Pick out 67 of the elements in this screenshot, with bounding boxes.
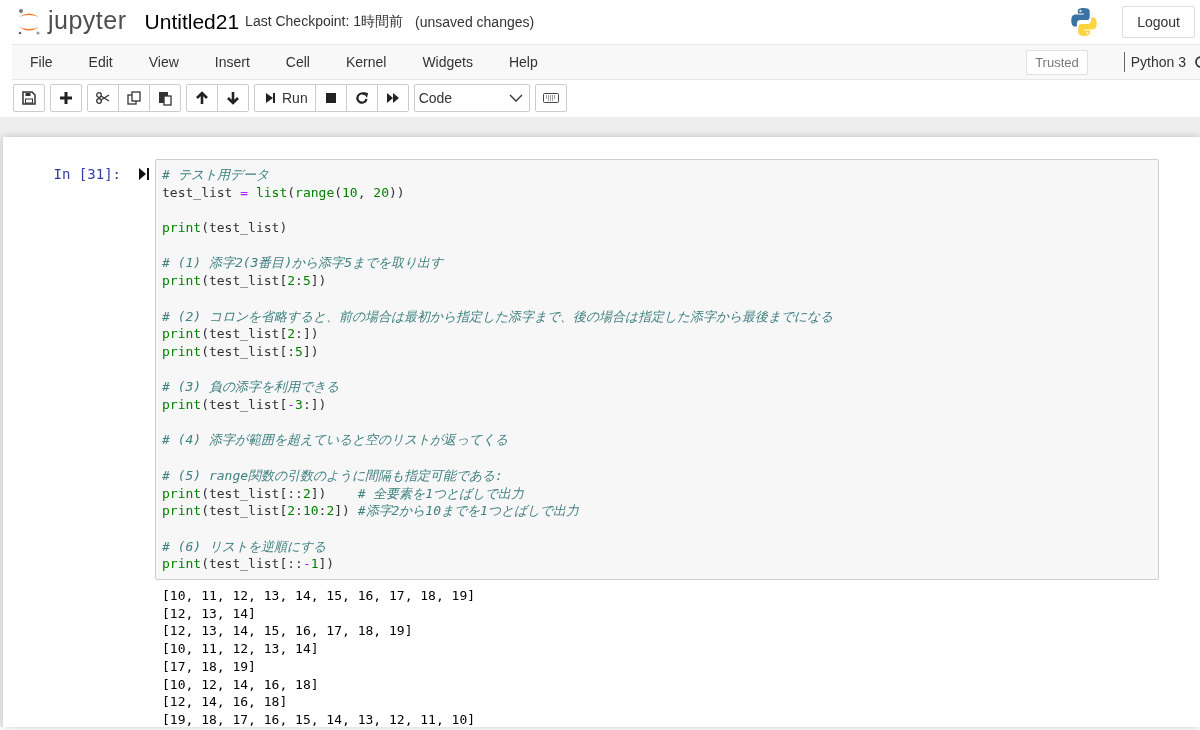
menu-item[interactable]: Help — [496, 54, 554, 70]
stop-button[interactable] — [314, 84, 347, 112]
menu-item[interactable]: Cell — [273, 54, 326, 70]
output-line: [12, 13, 14, 15, 16, 17, 18, 19] — [162, 622, 413, 641]
output-line: [19, 18, 17, 16, 15, 14, 13, 12, 11, 10] — [162, 711, 476, 729]
keyboard-icon — [542, 90, 559, 106]
arrow-down-icon — [225, 90, 241, 106]
output-line: [17, 18, 19] — [162, 657, 256, 676]
arrow-down-button[interactable] — [217, 84, 249, 112]
code-line: # (5) range関数の引数のように間隔も指定可能である: — [162, 466, 503, 485]
copy-icon — [126, 90, 142, 106]
restart-icon — [353, 90, 370, 106]
save-icon — [21, 90, 37, 106]
notebook-name[interactable]: Untitled21 — [144, 10, 240, 34]
menu-item[interactable]: Widgets — [410, 54, 489, 70]
chevron-down-icon — [508, 93, 523, 103]
output-line: [12, 13, 14] — [162, 604, 256, 623]
code-line: print(test_list[2:5]) — [162, 272, 327, 290]
paste-button[interactable] — [149, 84, 181, 112]
cell-type-dropdown[interactable]: Code — [413, 84, 530, 112]
keyboard-button[interactable] — [534, 84, 567, 112]
code-line: # (3) 負の添字を利用できる — [162, 378, 339, 397]
code-line: print(test_list[:5]) — [162, 343, 319, 361]
code-line: # (2) コロンを省略すると、前の場合は最初から指定した添字まで、後の場合は指定した添字から最後までになる — [162, 307, 833, 326]
code-cell-input[interactable] — [155, 159, 1159, 581]
code-line: print(test_list) — [162, 219, 288, 237]
save-status: (unsaved changes) — [415, 14, 535, 30]
code-line: # (4) 添字が範囲を超えていると空のリストが返ってくる — [162, 431, 508, 450]
output-line: [10, 11, 12, 13, 14, 15, 16, 17, 18, 19] — [162, 587, 476, 605]
menu-item[interactable]: Insert — [202, 54, 266, 70]
run-cell-icon[interactable] — [139, 168, 149, 180]
cell-prompt: In [31]: — [52, 165, 121, 182]
kernel-name: Python 3 — [1130, 54, 1186, 70]
code-line: # テスト用データ — [162, 166, 269, 184]
arrow-up-button[interactable] — [186, 84, 218, 112]
logout-button[interactable]: Logout — [1122, 6, 1195, 38]
plus-button[interactable] — [50, 84, 82, 112]
code-line: print(test_list[2:]) — [162, 325, 319, 343]
run-button[interactable]: Run — [254, 84, 316, 112]
code-line: print(test_list[2:10:2]) #添字2から10までを1つとばしで出力 — [162, 502, 579, 520]
menu-item[interactable]: Kernel — [333, 54, 403, 70]
restart-button[interactable] — [345, 84, 378, 112]
plus-icon — [58, 90, 74, 106]
code-line: print(test_list[-3:]) — [162, 396, 327, 414]
jupyter-logo-text: jupyter — [48, 5, 127, 35]
scissors-button[interactable] — [87, 84, 119, 112]
output-line: [12, 14, 16, 18] — [162, 693, 288, 711]
scissors-icon — [95, 90, 111, 106]
paste-icon — [157, 90, 173, 106]
menu-item[interactable]: Edit — [76, 54, 129, 70]
code-line: # (6) リストを逆順にする — [162, 537, 326, 556]
code-line: test_list = list(range(10, 20)) — [162, 183, 405, 202]
copy-button[interactable] — [118, 84, 150, 112]
output-line: [10, 11, 12, 13, 14] — [162, 640, 319, 658]
fast-forward-icon — [384, 90, 401, 106]
code-line: print(test_list[::-1]) — [162, 555, 335, 574]
save-button[interactable] — [13, 84, 45, 112]
menu-item[interactable]: File — [18, 54, 69, 70]
fast-forward-button[interactable] — [376, 84, 409, 112]
output-line: [10, 12, 14, 16, 18] — [162, 675, 319, 694]
code-line: # (1) 添字2(3番目)から添字5までを取り出す — [162, 254, 444, 273]
code-line: print(test_list[::2]) # 全要素を1つとばしで出力 — [162, 484, 525, 503]
checkpoint-text: Last Checkpoint: 1時間前 — [245, 13, 404, 31]
menu-item[interactable]: View — [136, 54, 195, 70]
arrow-up-icon — [194, 90, 210, 106]
trusted-indicator[interactable]: Trusted — [1026, 49, 1088, 75]
jupyter-logo-icon — [16, 7, 42, 37]
